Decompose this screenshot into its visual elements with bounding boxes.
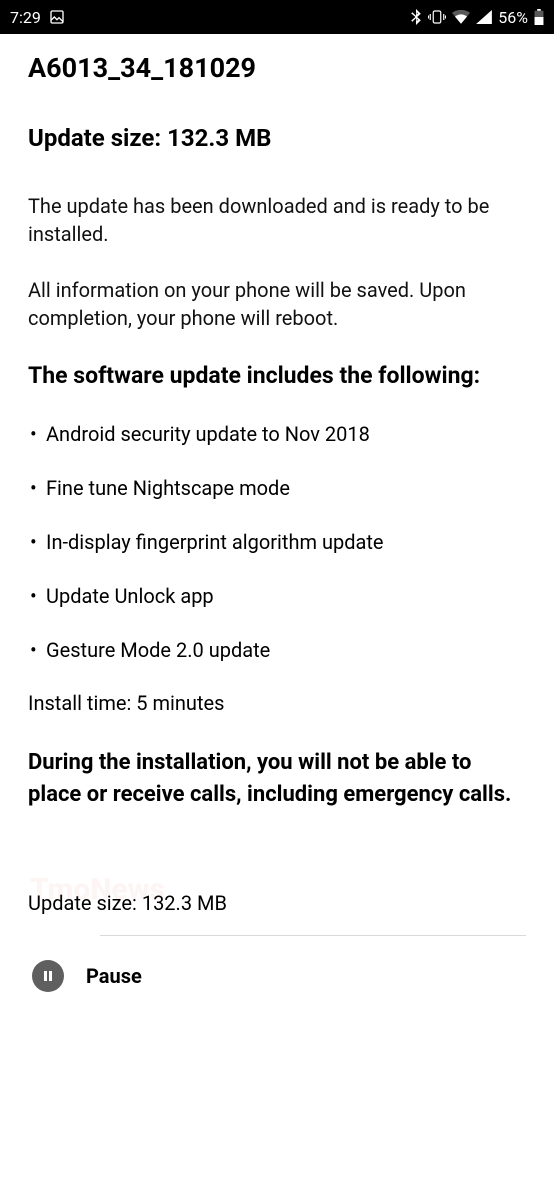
install-time-text: Install time: 5 minutes	[28, 691, 526, 715]
divider	[100, 935, 526, 936]
changelog-list: Android security update to Nov 2018 Fine…	[28, 421, 526, 663]
image-icon	[49, 9, 65, 25]
update-content: A6013_34_181029 Update size: 132.3 MB Th…	[0, 34, 554, 992]
bluetooth-icon	[410, 9, 422, 25]
signal-icon	[476, 10, 492, 24]
footer-size-text: Update size: 132.3 MB	[28, 891, 526, 915]
pause-label: Pause	[86, 964, 142, 988]
installation-warning: During the installation, you will not be…	[28, 747, 526, 811]
list-item: Gesture Mode 2.0 update	[28, 637, 526, 663]
update-size-heading: Update size: 132.3 MB	[28, 124, 526, 152]
list-item: In-display fingerprint algorithm update	[28, 529, 526, 555]
battery-text: 56%	[498, 8, 528, 27]
info-saved-text: All information on your phone will be sa…	[28, 276, 526, 332]
pause-icon[interactable]	[32, 960, 64, 992]
list-item: Fine tune Nightscape mode	[28, 475, 526, 501]
battery-icon	[534, 9, 544, 25]
vibrate-icon	[428, 9, 446, 25]
status-right: 56%	[410, 8, 544, 27]
status-left: 7:29	[10, 8, 65, 27]
wifi-icon	[452, 10, 470, 24]
pause-row[interactable]: Pause	[28, 960, 526, 992]
status-time: 7:29	[10, 8, 41, 27]
download-ready-text: The update has been downloaded and is re…	[28, 192, 526, 248]
list-item: Update Unlock app	[28, 583, 526, 609]
list-item: Android security update to Nov 2018	[28, 421, 526, 447]
status-bar: 7:29	[0, 0, 554, 34]
includes-heading: The software update includes the followi…	[28, 360, 526, 391]
version-title: A6013_34_181029	[28, 52, 526, 84]
